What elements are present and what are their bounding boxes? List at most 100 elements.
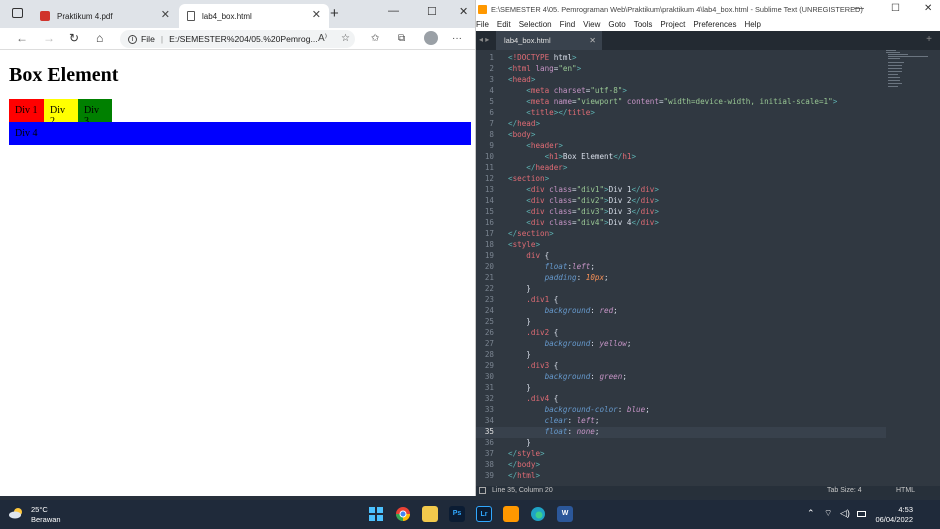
code-line: <style> — [508, 240, 541, 249]
profile-avatar[interactable] — [424, 31, 438, 45]
tab-close-icon[interactable]: ✕ — [161, 8, 170, 21]
tab-close-icon[interactable]: ✕ — [312, 8, 321, 21]
syntax-mode[interactable]: HTML — [896, 487, 915, 494]
tab-lab4-box[interactable]: lab4_box.html ✕ — [179, 4, 329, 28]
wifi-icon[interactable]: ⌔ — [824, 508, 832, 519]
code-line: <h1>Box Element</h1> — [544, 152, 637, 161]
panel-toggle-icon[interactable] — [479, 487, 486, 494]
line-number: 29 — [484, 361, 494, 370]
address-toolbar: ← → ↻ ⌂ i File | E:/SEMESTER%204/05.%20P… — [0, 28, 475, 50]
photoshop-icon[interactable]: Ps — [449, 506, 465, 522]
tab-close-icon[interactable]: ✕ — [589, 36, 596, 45]
read-aloud-icon[interactable]: A⁾ — [318, 33, 327, 44]
sublime-text-icon[interactable] — [503, 506, 519, 522]
weather-widget[interactable]: 25°C Berawan — [9, 505, 61, 525]
add-favorite-icon[interactable]: ☆ — [341, 33, 350, 44]
line-number: 3 — [489, 75, 494, 84]
code-line: <div class="div4">Div 4</div> — [526, 218, 659, 227]
code-line: background: green; — [544, 372, 627, 381]
collections-icon[interactable]: ⧉ — [398, 33, 405, 44]
new-tab-button[interactable]: + — [330, 5, 339, 22]
line-number: 13 — [484, 185, 494, 194]
start-icon[interactable] — [368, 506, 384, 522]
line-number: 33 — [484, 405, 494, 414]
line-number: 31 — [484, 383, 494, 392]
menu-help[interactable]: Help — [744, 20, 760, 29]
line-number: 21 — [484, 273, 494, 282]
battery-icon[interactable] — [857, 511, 866, 517]
menu-goto[interactable]: Goto — [608, 20, 625, 29]
pdf-icon — [40, 11, 50, 21]
minimize-button[interactable]: — — [854, 3, 864, 14]
minimap[interactable] — [884, 50, 934, 90]
file-explorer-icon[interactable] — [422, 506, 438, 522]
maximize-button[interactable]: ☐ — [891, 3, 900, 14]
code-line: background-color: blue; — [544, 405, 650, 414]
code-line: <html lang="en"> — [508, 64, 582, 73]
menu-find[interactable]: Find — [560, 20, 576, 29]
weather-text: Berawan — [31, 515, 61, 524]
new-tab-icon[interactable]: + — [926, 34, 932, 45]
cursor-position: Line 35, Column 20 — [492, 487, 553, 494]
line-number: 14 — [484, 196, 494, 205]
code-line: </header> — [526, 163, 568, 172]
tab-praktikum-pdf[interactable]: Praktikum 4.pdf ✕ — [32, 4, 178, 28]
sublime-title-bar: E:\SEMESTER 4\05. Pemrograman Web\Prakti… — [476, 0, 940, 18]
home-icon[interactable]: ⌂ — [96, 31, 103, 45]
menu-tools[interactable]: Tools — [634, 20, 653, 29]
tray-chevron-icon[interactable]: ⌃ — [807, 508, 815, 519]
word-icon[interactable]: W — [557, 506, 573, 522]
menu-view[interactable]: View — [583, 20, 600, 29]
tab-label: Praktikum 4.pdf — [57, 11, 113, 21]
maximize-button[interactable]: ☐ — [427, 5, 437, 18]
line-number: 30 — [484, 372, 494, 381]
menu-project[interactable]: Project — [660, 20, 685, 29]
code-line: padding: 10px; — [544, 273, 609, 282]
line-number: 15 — [484, 207, 494, 216]
tab-nav-icon[interactable]: ◂ ▸ — [479, 35, 489, 44]
line-number: 37 — [484, 449, 494, 458]
line-number: 22 — [484, 284, 494, 293]
code-line: .div2 { — [526, 328, 559, 337]
info-icon[interactable]: i — [128, 34, 137, 44]
window-title: E:\SEMESTER 4\05. Pemrograman Web\Prakti… — [491, 4, 863, 14]
menu-edit[interactable]: Edit — [497, 20, 511, 29]
back-icon[interactable]: ← — [16, 31, 28, 45]
menu-bar: File Edit Selection Find View Goto Tools… — [476, 18, 940, 31]
chrome-icon[interactable] — [395, 506, 411, 522]
browser-tab-bar: Praktikum 4.pdf ✕ lab4_box.html ✕ + — ☐ … — [0, 0, 475, 28]
line-number: 38 — [484, 460, 494, 469]
code-line: <title></title> — [526, 108, 595, 117]
code-line: <head> — [508, 75, 536, 84]
document-icon — [187, 11, 195, 21]
menu-preferences[interactable]: Preferences — [693, 20, 736, 29]
line-number: 4 — [489, 86, 494, 95]
line-number: 12 — [484, 174, 494, 183]
favorites-icon[interactable]: ✩ — [371, 33, 379, 44]
tab-actions-icon[interactable] — [12, 8, 23, 18]
code-line: <!DOCTYPE html> — [508, 53, 577, 62]
menu-selection[interactable]: Selection — [519, 20, 552, 29]
lightroom-icon[interactable]: Lr — [476, 506, 492, 522]
menu-file[interactable]: File — [476, 20, 489, 29]
line-number: 9 — [489, 141, 494, 150]
close-window-button[interactable]: ✕ — [924, 3, 932, 14]
div1-box: Div 1 — [9, 99, 44, 122]
volume-icon[interactable]: ◁) — [840, 508, 850, 519]
editor-tab-lab4-box[interactable]: lab4_box.html ✕ — [496, 31, 602, 50]
more-icon[interactable]: ··· — [452, 33, 462, 44]
code-editor[interactable]: <!DOCTYPE html> <html lang="en"> <head> <m… — [508, 50, 883, 486]
close-window-button[interactable]: ✕ — [459, 5, 468, 18]
clock[interactable]: 4:53 06/04/2022 — [875, 505, 913, 525]
line-number: 28 — [484, 350, 494, 359]
line-number: 8 — [489, 130, 494, 139]
edge-icon[interactable] — [530, 506, 546, 522]
line-number: 23 — [484, 295, 494, 304]
sublime-window: E:\SEMESTER 4\05. Pemrograman Web\Prakti… — [476, 0, 940, 496]
forward-icon[interactable]: → — [43, 31, 55, 45]
minimize-button[interactable]: — — [388, 5, 399, 17]
tab-size[interactable]: Tab Size: 4 — [827, 487, 862, 494]
url-scheme: File — [141, 34, 155, 44]
div2-box: Div 2 — [44, 99, 78, 127]
refresh-icon[interactable]: ↻ — [69, 31, 79, 45]
